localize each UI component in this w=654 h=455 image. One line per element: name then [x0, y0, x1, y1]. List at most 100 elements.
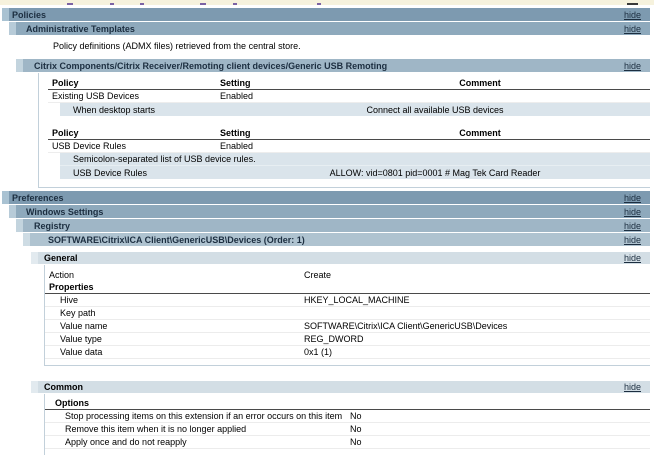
section-windows-settings-title: Windows Settings — [26, 206, 104, 217]
section-admin-templates-title: Administrative Templates — [26, 23, 135, 34]
hide-link-policies[interactable]: hide — [624, 10, 641, 20]
column-comment: Comment — [459, 127, 501, 138]
section-windows-settings-header: Windows Settings hide — [9, 205, 650, 218]
option-label: USB Device Rules — [73, 167, 148, 178]
property-row: Value data 0x1 (1) — [45, 346, 650, 359]
corner-tab — [31, 381, 38, 393]
column-setting: Setting — [220, 77, 251, 88]
section-generic-usb-remoting-title: Citrix Components/Citrix Receiver/Remoti… — [34, 60, 388, 71]
property-value: REG_DWORD — [304, 334, 364, 344]
option-label: Stop processing items on this extension … — [65, 411, 343, 421]
policy-name: Existing USB Devices — [52, 91, 140, 101]
column-policy: Policy — [52, 77, 79, 88]
policy-table-header: Policy Setting Comment — [48, 126, 650, 140]
corner-tab — [9, 22, 16, 35]
subsection-common-title: Common — [44, 382, 83, 392]
policy-tables-panel: Policy Setting Comment Existing USB Devi… — [38, 73, 650, 188]
section-policies-header: Policies hide — [2, 8, 650, 21]
hide-link-admin-templates[interactable]: hide — [624, 24, 641, 34]
policy-option-row: When desktop starts Connect all availabl… — [60, 103, 650, 116]
truncated-hide-link[interactable] — [627, 3, 638, 5]
option-value: No — [350, 411, 362, 421]
truncated-link-fragment — [200, 3, 206, 5]
common-panel: Options Stop processing items on this ex… — [44, 394, 650, 455]
policy-option-row: USB Device Rules ALLOW: vid=0801 pid=000… — [60, 166, 650, 179]
column-setting: Setting — [220, 127, 251, 138]
column-policy: Policy — [52, 127, 79, 138]
property-row: Key path — [45, 307, 650, 320]
property-label: Hive — [60, 295, 79, 305]
option-row: Remove this item when it is no longer ap… — [45, 423, 650, 436]
admx-central-store-note: Policy definitions (ADMX files) retrieve… — [53, 41, 301, 51]
property-row: Hive HKEY_LOCAL_MACHINE — [45, 294, 650, 307]
property-value: HKEY_LOCAL_MACHINE — [304, 295, 410, 305]
truncated-link-fragment — [110, 3, 114, 5]
table-gap — [48, 116, 650, 126]
option-value: ALLOW: vid=0801 pid=0001 # Mag Tek Card … — [329, 167, 541, 178]
properties-heading: Properties — [45, 281, 650, 294]
policy-name: USB Device Rules — [52, 141, 127, 151]
action-row: Action Create — [45, 268, 650, 281]
hide-link-registry[interactable]: hide — [624, 221, 641, 231]
truncated-link-fragment — [233, 3, 237, 5]
policy-setting: Enabled — [220, 141, 254, 151]
subsection-common-header: Common hide — [31, 381, 650, 393]
column-comment: Comment — [459, 77, 501, 88]
option-label: Remove this item when it is no longer ap… — [65, 424, 247, 434]
options-label: Options — [55, 398, 89, 408]
corner-tab — [2, 8, 9, 21]
hide-link-preferences[interactable]: hide — [624, 193, 641, 203]
section-policies-title: Policies — [12, 9, 47, 20]
policy-option-description: Semicolon-separated list of USB device r… — [60, 153, 650, 166]
corner-tab — [2, 191, 9, 204]
table-row: USB Device Rules Enabled — [48, 140, 650, 153]
corner-tab — [23, 233, 30, 246]
property-row: Value type REG_DWORD — [45, 333, 650, 346]
property-label: Value type — [60, 334, 102, 344]
section-registry-header: Registry hide — [16, 219, 650, 232]
action-value: Create — [304, 269, 332, 280]
corner-tab — [9, 205, 16, 218]
action-label: Action — [49, 269, 75, 280]
policy-table-header: Policy Setting Comment — [48, 76, 650, 90]
general-panel: Action Create Properties Hive HKEY_LOCAL… — [44, 265, 650, 366]
hide-link-registry-item[interactable]: hide — [624, 235, 641, 245]
table-row: Existing USB Devices Enabled — [48, 90, 650, 103]
truncated-link-fragment — [67, 3, 73, 5]
property-label: Key path — [60, 308, 96, 318]
property-value: 0x1 (1) — [304, 347, 333, 357]
subsection-general-title: General — [44, 253, 78, 263]
options-heading: Options — [45, 397, 650, 410]
subsection-general-header: General hide — [31, 252, 650, 264]
section-generic-usb-remoting-header: Citrix Components/Citrix Receiver/Remoti… — [16, 59, 650, 72]
option-row: Apply once and do not reapply No — [45, 436, 650, 449]
option-row: Stop processing items on this extension … — [45, 410, 650, 423]
truncated-header-strip — [0, 0, 654, 5]
section-registry-item-header: SOFTWARE\Citrix\ICA Client\GenericUSB\De… — [23, 233, 650, 246]
properties-label: Properties — [49, 282, 94, 292]
registry-item-title: SOFTWARE\Citrix\ICA Client\GenericUSB\De… — [48, 234, 305, 245]
section-registry-title: Registry — [34, 220, 71, 231]
property-value: SOFTWARE\Citrix\ICA Client\GenericUSB\De… — [304, 321, 508, 331]
option-value: No — [350, 424, 362, 434]
hide-link-windows-settings[interactable]: hide — [624, 207, 641, 217]
hide-link-generic-usb-remoting[interactable]: hide — [624, 61, 641, 71]
corner-tab — [31, 252, 38, 264]
section-preferences-title: Preferences — [12, 192, 64, 203]
truncated-link-fragment — [317, 3, 321, 5]
corner-tab — [16, 219, 23, 232]
section-preferences-header: Preferences hide — [2, 191, 650, 204]
property-label: Value name — [60, 321, 108, 331]
property-label: Value data — [60, 347, 103, 357]
option-label: When desktop starts — [73, 104, 156, 115]
option-label: Apply once and do not reapply — [65, 437, 187, 447]
hide-link-general[interactable]: hide — [624, 253, 641, 263]
option-value: No — [350, 437, 362, 447]
truncated-link-fragment — [140, 3, 144, 5]
property-row: Value name SOFTWARE\Citrix\ICA Client\Ge… — [45, 320, 650, 333]
section-admin-templates-header: Administrative Templates hide — [9, 22, 650, 35]
policy-setting: Enabled — [220, 91, 254, 101]
option-value: Connect all available USB devices — [366, 104, 504, 115]
corner-tab — [16, 59, 23, 72]
hide-link-common[interactable]: hide — [624, 382, 641, 392]
